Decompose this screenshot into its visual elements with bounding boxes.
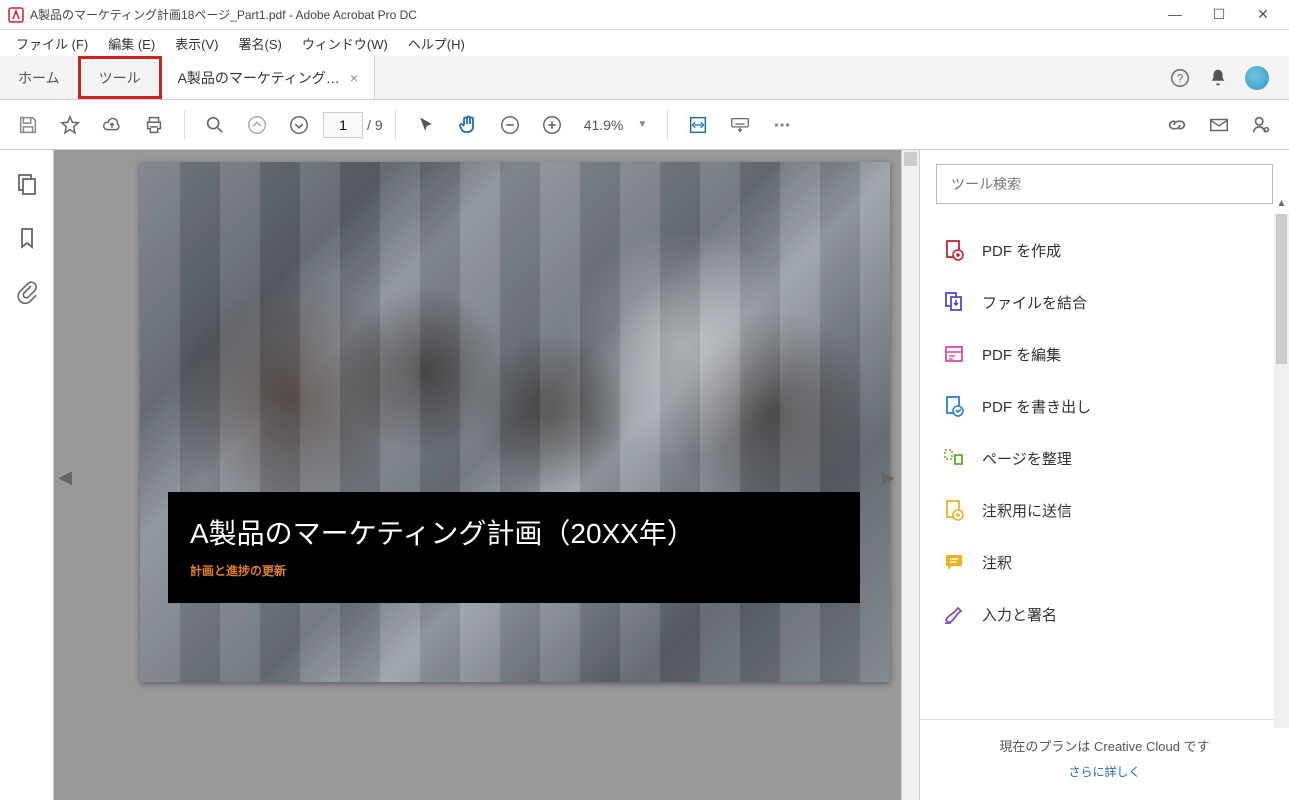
edit-pdf-icon <box>942 342 966 366</box>
zoom-out-button[interactable] <box>492 107 528 143</box>
combine-files-icon <box>942 290 966 314</box>
tools-scrollbar[interactable]: ▲ <box>1274 214 1289 728</box>
link-button[interactable] <box>1159 107 1195 143</box>
page-sep: / <box>367 117 371 133</box>
tool-comment[interactable]: 注釈 <box>920 536 1289 588</box>
tab-document-label: A製品のマーケティング… <box>178 68 340 88</box>
save-button[interactable] <box>10 107 46 143</box>
tool-label: PDF を書き出し <box>982 396 1091 417</box>
menu-help[interactable]: ヘルプ(H) <box>398 31 475 56</box>
print-button[interactable] <box>136 107 172 143</box>
page-title-block: A製品のマーケティング計画（20XX年） 計画と進捗の更新 <box>168 492 860 603</box>
left-nav-panel <box>0 150 54 800</box>
zoom-in-button[interactable] <box>534 107 570 143</box>
page-hero-image <box>140 162 890 682</box>
notifications-icon[interactable] <box>1207 67 1229 89</box>
tool-label: PDF を作成 <box>982 240 1061 261</box>
tool-create-pdf[interactable]: PDF を作成 <box>920 224 1289 276</box>
tool-edit-pdf[interactable]: PDF を編集 <box>920 328 1289 380</box>
document-main-title: A製品のマーケティング計画（20XX年） <box>190 512 838 552</box>
send-for-comments-icon <box>942 498 966 522</box>
tab-tools[interactable]: ツール <box>78 56 162 99</box>
hand-tool-button[interactable] <box>450 107 486 143</box>
tool-label: ページを整理 <box>982 448 1072 469</box>
menu-file[interactable]: ファイル (F) <box>6 31 98 56</box>
tool-export-pdf[interactable]: PDF を書き出し <box>920 380 1289 432</box>
window-title: A製品のマーケティング計画18ページ_Part1.pdf - Adobe Acr… <box>30 6 1165 23</box>
create-pdf-icon <box>942 238 966 262</box>
cloud-upload-button[interactable] <box>94 107 130 143</box>
toolbar: / 9 41.9% ▼ <box>0 100 1289 150</box>
menu-view[interactable]: 表示(V) <box>165 31 228 56</box>
tab-home[interactable]: ホーム <box>0 56 78 99</box>
svg-text:?: ? <box>1177 71 1184 85</box>
titlebar: A製品のマーケティング計画18ページ_Part1.pdf - Adobe Acr… <box>0 0 1289 30</box>
menu-window[interactable]: ウィンドウ(W) <box>292 31 398 56</box>
pdf-page: A製品のマーケティング計画（20XX年） 計画と進捗の更新 <box>140 162 890 682</box>
share-button[interactable] <box>1243 107 1279 143</box>
page-indicator: / 9 <box>323 112 383 138</box>
search-button[interactable] <box>197 107 233 143</box>
chevron-down-icon: ▼ <box>637 119 647 130</box>
plan-footer: 現在のプランは Creative Cloud です さらに詳しく <box>920 719 1289 800</box>
keyboard-button[interactable] <box>722 107 758 143</box>
page-up-button[interactable] <box>239 107 275 143</box>
zoom-value: 41.9% <box>584 117 624 133</box>
fill-sign-icon <box>942 602 966 626</box>
tools-panel: PDF を作成ファイルを結合 PDF を編集 PDF を書き出しページを整理注釈用に… <box>919 150 1289 800</box>
document-viewer[interactable]: ◀ ▶ A製品のマーケティング計画（20XX年） 計画と進捗の更新 <box>54 150 919 800</box>
close-button[interactable]: ✕ <box>1253 6 1273 23</box>
tools-search-input[interactable] <box>936 164 1273 204</box>
page-current-input[interactable] <box>323 112 363 138</box>
fit-width-button[interactable] <box>680 107 716 143</box>
document-subtitle: 計画と進捗の更新 <box>190 562 838 579</box>
tabbar: ホーム ツール A製品のマーケティング… × ? <box>0 56 1289 100</box>
acrobat-app-icon <box>8 7 24 23</box>
user-avatar[interactable] <box>1245 66 1269 90</box>
zoom-dropdown[interactable]: 41.9% ▼ <box>576 117 656 133</box>
menu-sign[interactable]: 署名(S) <box>229 31 292 56</box>
tab-document[interactable]: A製品のマーケティング… × <box>162 56 375 99</box>
attachments-icon[interactable] <box>15 280 39 304</box>
comment-icon <box>942 550 966 574</box>
scroll-up-arrow-icon[interactable]: ▲ <box>1274 198 1289 214</box>
menubar: ファイル (F) 編集 (E) 表示(V) 署名(S) ウィンドウ(W) ヘルプ… <box>0 30 1289 56</box>
page-total: 9 <box>375 117 383 133</box>
tool-combine-files[interactable]: ファイルを結合 <box>920 276 1289 328</box>
selection-tool-button[interactable] <box>408 107 444 143</box>
tools-list: PDF を作成ファイルを結合 PDF を編集 PDF を書き出しページを整理注釈用に… <box>920 218 1289 719</box>
next-page-arrow[interactable]: ▶ <box>879 462 897 492</box>
tool-send-for-comments[interactable]: 注釈用に送信 <box>920 484 1289 536</box>
plan-text: 現在のプランは Creative Cloud です <box>930 736 1279 755</box>
plan-learn-more-link[interactable]: さらに詳しく <box>930 763 1279 780</box>
help-icon[interactable]: ? <box>1169 67 1191 89</box>
doc-vertical-scrollbar[interactable] <box>901 150 919 800</box>
tab-document-close[interactable]: × <box>350 70 358 86</box>
tool-label: 注釈用に送信 <box>982 500 1072 521</box>
more-tools-button[interactable] <box>764 107 800 143</box>
bookmarks-icon[interactable] <box>15 226 39 250</box>
maximize-button[interactable]: ☐ <box>1209 6 1229 23</box>
prev-page-arrow[interactable]: ◀ <box>56 462 74 492</box>
star-button[interactable] <box>52 107 88 143</box>
page-down-button[interactable] <box>281 107 317 143</box>
tool-label: 入力と署名 <box>982 604 1057 625</box>
menu-edit[interactable]: 編集 (E) <box>98 31 165 56</box>
minimize-button[interactable]: — <box>1165 6 1185 23</box>
export-pdf-icon <box>942 394 966 418</box>
thumbnails-icon[interactable] <box>15 172 39 196</box>
email-button[interactable] <box>1201 107 1237 143</box>
tool-organize-pages[interactable]: ページを整理 <box>920 432 1289 484</box>
tool-label: PDF を編集 <box>982 344 1061 365</box>
tool-fill-sign[interactable]: 入力と署名 <box>920 588 1289 640</box>
tool-label: ファイルを結合 <box>982 292 1087 313</box>
organize-pages-icon <box>942 446 966 470</box>
tool-label: 注釈 <box>982 552 1012 573</box>
